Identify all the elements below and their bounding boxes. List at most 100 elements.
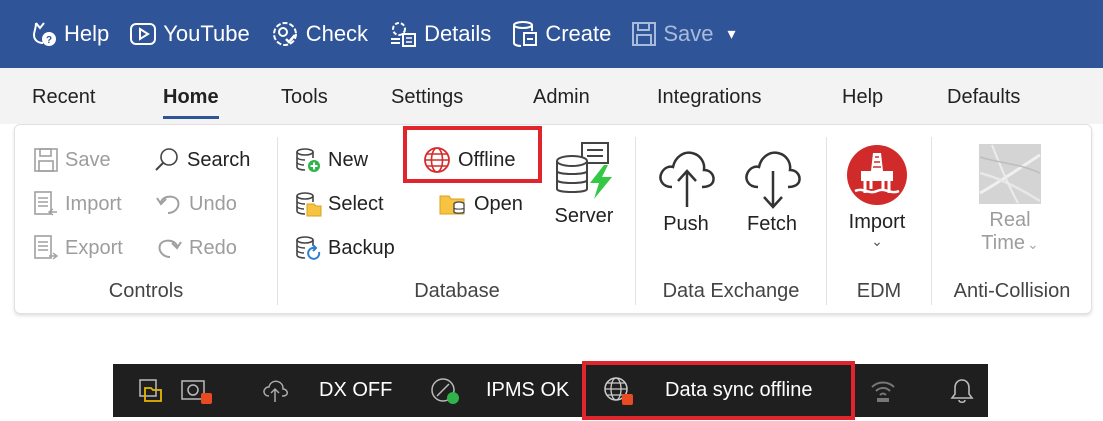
tab-tools[interactable]: Tools (281, 86, 328, 109)
undo-label: Undo (189, 192, 237, 215)
push-label: Push (663, 213, 709, 235)
qat-youtube-label: YouTube (163, 21, 250, 46)
save-icon (632, 22, 657, 46)
qat-customize-chevron-icon[interactable]: ▾ (728, 24, 736, 44)
real-time-button[interactable]: Real Time ⌄ (978, 143, 1042, 255)
export-icon (34, 235, 59, 260)
tab-integrations[interactable]: Integrations (657, 86, 762, 109)
backup-database-icon (296, 236, 321, 260)
new-database-label: New (328, 148, 369, 171)
notifications-button[interactable] (949, 364, 975, 417)
chevron-down-icon: ⌄ (1026, 235, 1039, 252)
real-time-wellpath-icon (979, 144, 1041, 204)
cloud-download-icon (745, 151, 801, 209)
data-exchange-group-label: Data Exchange (662, 280, 800, 302)
controls-group-label: Controls (108, 280, 184, 302)
bell-icon (950, 378, 974, 403)
qat-check-button[interactable]: Check (270, 14, 368, 54)
open-button[interactable]: Open (438, 187, 523, 221)
qat-youtube-button[interactable]: YouTube (129, 14, 250, 54)
cloud-upload-icon (263, 379, 288, 402)
cloud-upload-icon (659, 151, 715, 207)
tab-help[interactable]: Help (842, 86, 883, 109)
data-sync-highlight-box (582, 361, 855, 420)
undo-button[interactable]: Undo (155, 187, 237, 221)
qat-details-button[interactable]: Details (388, 14, 491, 54)
create-database-icon (513, 21, 538, 47)
search-button[interactable]: Search (153, 143, 250, 177)
push-button[interactable]: Push (654, 143, 718, 236)
ribbon-tabs: Recent Home Tools Settings Admin Integra… (0, 68, 1103, 124)
tab-admin[interactable]: Admin (533, 86, 590, 109)
open-folder-icon (439, 195, 465, 215)
svg-text:?: ? (46, 35, 52, 46)
edm-group-label: EDM (856, 280, 902, 302)
ipms-status-button[interactable] (429, 364, 461, 417)
open-label: Open (474, 192, 523, 215)
wifi-status-button[interactable] (869, 364, 897, 417)
qat-create-button[interactable]: Create (511, 14, 611, 54)
tab-recent[interactable]: Recent (32, 86, 95, 109)
real-time-label-line2: Time (981, 232, 1025, 254)
edm-group: Import ⌄ EDM (827, 125, 931, 313)
quick-access-toolbar: ? Help YouTube Check Details Create Save… (0, 0, 1103, 68)
search-label: Search (187, 148, 251, 171)
tab-defaults[interactable]: Defaults (947, 86, 1020, 109)
import-label: Import (65, 192, 122, 215)
qat-save-button[interactable]: Save (631, 14, 714, 54)
cloud-status-icon-group[interactable] (261, 364, 289, 417)
new-database-icon (296, 148, 320, 172)
fetch-label: Fetch (746, 213, 798, 235)
qat-details-label: Details (424, 21, 492, 46)
redo-icon (158, 239, 182, 258)
folder-status-icon-group[interactable] (137, 364, 165, 417)
redo-button[interactable]: Redo (155, 231, 237, 265)
redo-label: Redo (189, 236, 237, 259)
qat-help-button[interactable]: ? Help (30, 14, 109, 54)
select-database-button[interactable]: Select (294, 187, 384, 221)
anti-collision-group: Real Time ⌄ Anti-Collision (932, 125, 1092, 313)
status-bar: DX OFF IPMS OK Data sync offline (113, 364, 988, 417)
folder-copy-icon (139, 378, 162, 402)
tab-home[interactable]: Home (163, 86, 219, 119)
ipms-status-text: IPMS OK (486, 379, 570, 401)
camera-error-icon (181, 379, 212, 404)
select-database-icon (296, 192, 322, 217)
import-icon (34, 191, 57, 216)
dx-status-text: DX OFF (319, 379, 393, 401)
oil-rig-icon (847, 145, 907, 205)
data-exchange-group: Push Fetch Data Exchange (636, 125, 826, 313)
backup-label: Backup (328, 236, 395, 259)
play-icon (130, 23, 157, 45)
save-icon (34, 148, 58, 172)
tab-settings[interactable]: Settings (391, 86, 463, 109)
qat-create-label: Create (545, 21, 612, 46)
server-lightning-icon (556, 142, 612, 199)
edm-import-button[interactable]: Import ⌄ (845, 143, 909, 248)
database-group-label: Database (414, 280, 500, 302)
check-gear-icon (272, 22, 297, 46)
server-button[interactable]: Server (552, 141, 616, 228)
offline-highlight-box (403, 126, 542, 183)
import-button[interactable]: Import (33, 187, 122, 221)
search-icon (155, 148, 178, 171)
wifi-icon (871, 381, 895, 402)
fetch-button[interactable]: Fetch (740, 143, 804, 236)
qat-check-label: Check (305, 21, 369, 46)
edm-import-label: Import (848, 211, 906, 233)
save-button[interactable]: Save (33, 143, 111, 177)
new-database-button[interactable]: New (294, 143, 368, 177)
anti-collision-group-label: Anti-Collision (953, 280, 1071, 302)
export-button[interactable]: Export (33, 231, 123, 265)
ribbon-panel: Save Search Import Undo Export Redo Cont… (14, 124, 1092, 314)
controls-group: Save Search Import Undo Export Redo Cont… (15, 125, 277, 313)
camera-status-button[interactable] (179, 364, 215, 417)
backup-button[interactable]: Backup (294, 231, 395, 265)
chevron-down-icon: ⌄ (871, 233, 883, 249)
qat-help-label: Help (64, 21, 110, 46)
real-time-label-line1: Real (989, 209, 1031, 231)
save-label: Save (65, 148, 111, 171)
server-label: Server (554, 205, 614, 227)
ipms-ok-icon (431, 377, 459, 404)
help-icon: ? (32, 22, 56, 46)
